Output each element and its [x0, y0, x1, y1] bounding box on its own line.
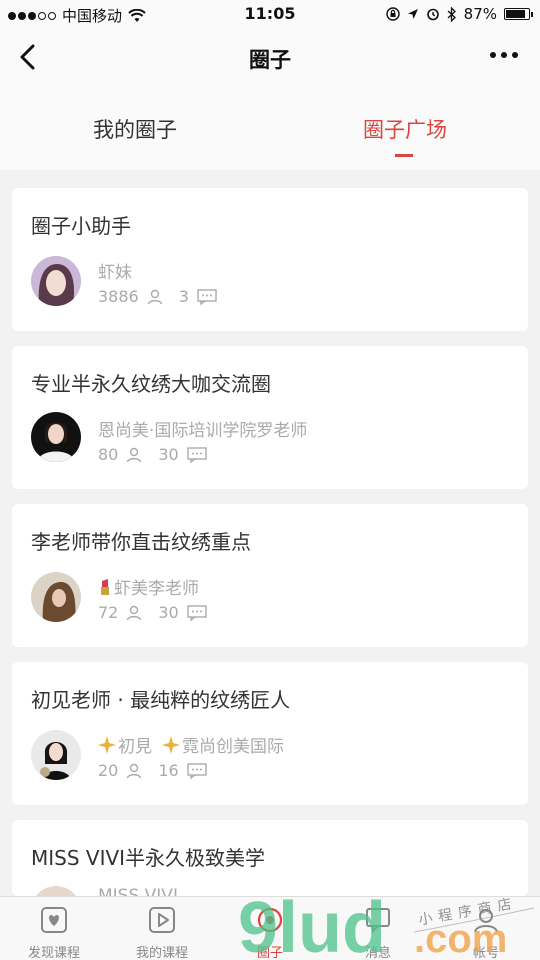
active-tab-indicator [395, 154, 413, 157]
circle-stats: 72 30 [98, 603, 223, 622]
owner-name: 霓尚创美国际 [182, 737, 284, 757]
heart-shield-icon [41, 907, 67, 933]
tab-discover-courses[interactable]: 发现课程 [0, 897, 108, 960]
owner-name: 初見 [118, 737, 152, 757]
person-icon [147, 289, 162, 304]
play-icon [149, 907, 175, 933]
circle-owner: 虾美李老师 [98, 574, 199, 599]
watermark-text: 9lud [238, 888, 386, 960]
avatar [31, 572, 81, 622]
circle-stats: 20 16 [98, 761, 223, 780]
rotation-lock-icon [385, 7, 400, 21]
lipstick-icon [101, 578, 109, 595]
tab-circle-square[interactable]: 圈子广场 [270, 114, 540, 144]
circle-card[interactable]: 初见老师 · 最纯粹的纹绣匠人 初見 霓尚创美国际 20 16 [12, 662, 528, 805]
site-watermark: 9lud .com 小程序商店 [238, 888, 535, 960]
circle-title: 专业半永久纹绣大咖交流圈 [31, 372, 271, 396]
tab-my-courses[interactable]: 我的课程 [108, 897, 216, 960]
circle-card[interactable]: MISS VIVI半永久极致美学 MISS VIVI [12, 820, 528, 896]
owner-name: 虾美李老师 [114, 579, 199, 599]
alarm-icon [426, 8, 439, 21]
circle-stats: 3886 3 [98, 287, 233, 306]
avatar [31, 256, 81, 306]
circle-owner: 初見 霓尚创美国际 [98, 732, 284, 757]
comment-icon [197, 288, 217, 305]
segment-tabs: 我的圈子 圈子广场 [0, 90, 540, 170]
circle-stats: 80 30 [98, 445, 223, 464]
person-icon [127, 605, 142, 620]
person-icon [127, 763, 142, 778]
circle-title: 圈子小助手 [31, 214, 131, 238]
circle-owner: MISS VIVI [98, 886, 178, 896]
nav-bar: 圈子 [0, 30, 540, 90]
location-icon [407, 9, 418, 19]
tab-my-circles[interactable]: 我的圈子 [0, 114, 270, 144]
circle-card[interactable]: 李老师带你直击纹绣重点 虾美李老师 72 30 [12, 504, 528, 647]
circle-card[interactable]: 专业半永久纹绣大咖交流圈 恩尚美·国际培训学院罗老师 80 30 [12, 346, 528, 489]
circle-owner: 恩尚美·国际培训学院罗老师 [98, 421, 308, 441]
circle-title: 初见老师 · 最纯粹的纹绣匠人 [31, 688, 291, 712]
comment-icon [187, 604, 207, 621]
avatar [31, 886, 81, 896]
comment-icon [187, 762, 207, 779]
page-title: 圈子 [249, 48, 291, 72]
person-icon [127, 447, 142, 462]
post-count: 30 [158, 445, 179, 464]
member-count: 20 [98, 761, 119, 780]
circle-title: 李老师带你直击纹绣重点 [31, 530, 251, 554]
bluetooth-icon [447, 6, 456, 22]
battery-icon [504, 8, 533, 20]
avatar [31, 730, 81, 780]
sparkle-icon [98, 735, 116, 754]
member-count: 72 [98, 603, 119, 622]
tab-label: 发现课程 [27, 946, 80, 960]
sparkle-icon [162, 735, 180, 754]
status-right: 87% [385, 5, 533, 23]
member-count: 3886 [98, 287, 139, 306]
avatar [31, 412, 81, 462]
post-count: 3 [178, 287, 189, 306]
circle-owner: 虾妹 [98, 263, 132, 283]
comment-icon [187, 446, 207, 463]
post-count: 16 [158, 761, 179, 780]
circle-card[interactable]: 圈子小助手 虾妹 3886 3 [12, 188, 528, 331]
status-bar: 中国移动 11:05 87% [0, 0, 540, 30]
battery-percent: 87% [463, 5, 497, 23]
post-count: 30 [158, 603, 179, 622]
member-count: 80 [98, 445, 119, 464]
circle-title: MISS VIVI半永久极致美学 [31, 846, 266, 870]
tab-label: 我的课程 [135, 946, 188, 960]
more-icon[interactable] [490, 52, 518, 58]
